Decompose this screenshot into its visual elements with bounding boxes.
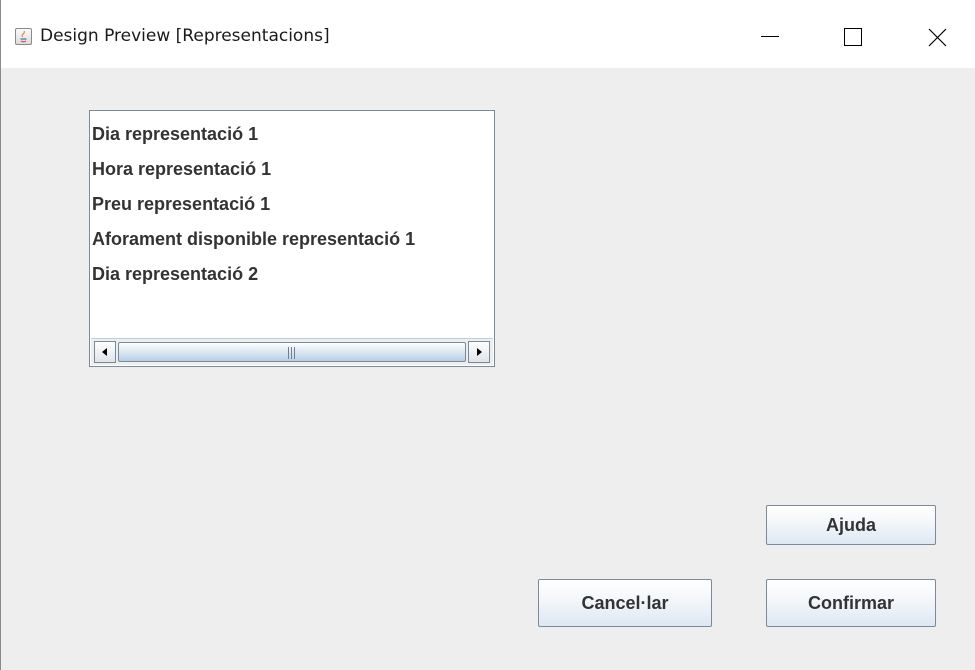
confirm-button[interactable]: Confirmar <box>766 579 936 627</box>
arrow-right-icon <box>477 348 482 356</box>
dialog-window: Design Preview [Representacions] Dia rep… <box>0 0 975 670</box>
horizontal-scrollbar[interactable] <box>91 338 493 365</box>
help-button[interactable]: Ajuda <box>766 505 936 545</box>
grip-icon <box>288 347 296 359</box>
list-item[interactable]: Aforament disponible representació 1 <box>92 222 494 257</box>
maximize-button[interactable] <box>824 9 882 67</box>
minimize-button[interactable] <box>741 9 799 67</box>
list-item[interactable]: Preu representació 1 <box>92 187 494 222</box>
minimize-icon <box>761 36 779 37</box>
scroll-left-button[interactable] <box>94 341 116 363</box>
cancel-button[interactable]: Cancel·lar <box>538 579 712 627</box>
title-bar[interactable]: Design Preview [Representacions] <box>1 0 975 68</box>
close-button[interactable] <box>908 9 966 67</box>
representations-list[interactable]: Dia representació 1 Hora representació 1… <box>89 110 495 367</box>
list-item[interactable]: Dia representació 1 <box>92 117 494 152</box>
arrow-left-icon <box>102 348 107 356</box>
scroll-right-button[interactable] <box>468 341 490 363</box>
list-item[interactable]: Dia representació 2 <box>92 257 494 292</box>
java-icon <box>15 28 32 45</box>
list-items: Dia representació 1 Hora representació 1… <box>92 117 494 292</box>
scroll-thumb[interactable] <box>118 342 466 362</box>
maximize-icon <box>844 28 862 46</box>
close-icon <box>928 28 947 47</box>
list-item[interactable]: Hora representació 1 <box>92 152 494 187</box>
window-title: Design Preview [Representacions] <box>40 26 330 46</box>
